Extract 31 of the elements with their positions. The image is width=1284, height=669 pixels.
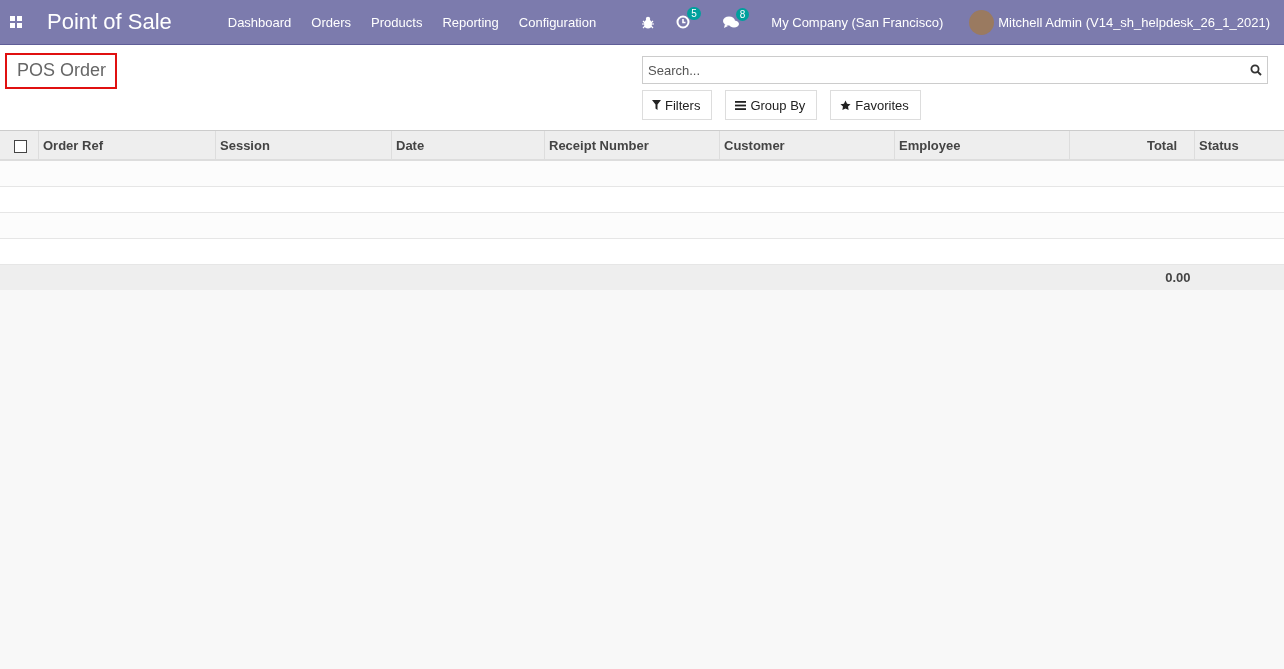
column-header[interactable]: Date	[396, 137, 425, 153]
menu-item[interactable]: Configuration	[508, 14, 607, 30]
select-all-checkbox[interactable]	[14, 139, 27, 153]
search-field[interactable]: Search...	[642, 56, 1268, 84]
company-switcher[interactable]: My Company (San Francisco)	[771, 14, 944, 30]
group-by-button[interactable]: Group By	[725, 90, 818, 120]
clock-icon[interactable]	[676, 15, 691, 29]
column-header[interactable]: Session	[220, 137, 270, 153]
message-count-badge: 8	[735, 7, 750, 21]
menu-item[interactable]: Products	[361, 14, 433, 30]
breadcrumb-title: POS Order	[5, 53, 118, 89]
user-menu[interactable]: Mitchell Admin (V14_sh_helpdesk_26_1_2021)	[998, 14, 1270, 30]
activity-count-badge: 5	[687, 7, 701, 20]
favorites-button[interactable]: Favorites	[830, 90, 921, 120]
total-sum: 0.00	[1165, 270, 1191, 285]
column-header[interactable]: Total	[1146, 137, 1177, 153]
search-icon[interactable]	[1250, 64, 1262, 76]
menu-item[interactable]: Dashboard	[217, 14, 302, 30]
apps-grid-icon[interactable]	[10, 16, 22, 28]
menu-item[interactable]: Reporting	[432, 14, 509, 30]
funnel-icon	[652, 100, 661, 110]
column-header[interactable]: Employee	[899, 137, 961, 153]
chat-icon[interactable]	[722, 15, 739, 29]
menu-item[interactable]: Orders	[301, 14, 362, 30]
bug-icon[interactable]	[642, 15, 655, 29]
app-title: Point of Sale	[47, 9, 172, 35]
filters-button[interactable]: Filters	[642, 90, 713, 120]
star-icon	[840, 99, 852, 111]
list-lines-icon	[735, 100, 747, 110]
column-header[interactable]: Order Ref	[43, 137, 103, 153]
column-header[interactable]: Customer	[724, 137, 785, 153]
